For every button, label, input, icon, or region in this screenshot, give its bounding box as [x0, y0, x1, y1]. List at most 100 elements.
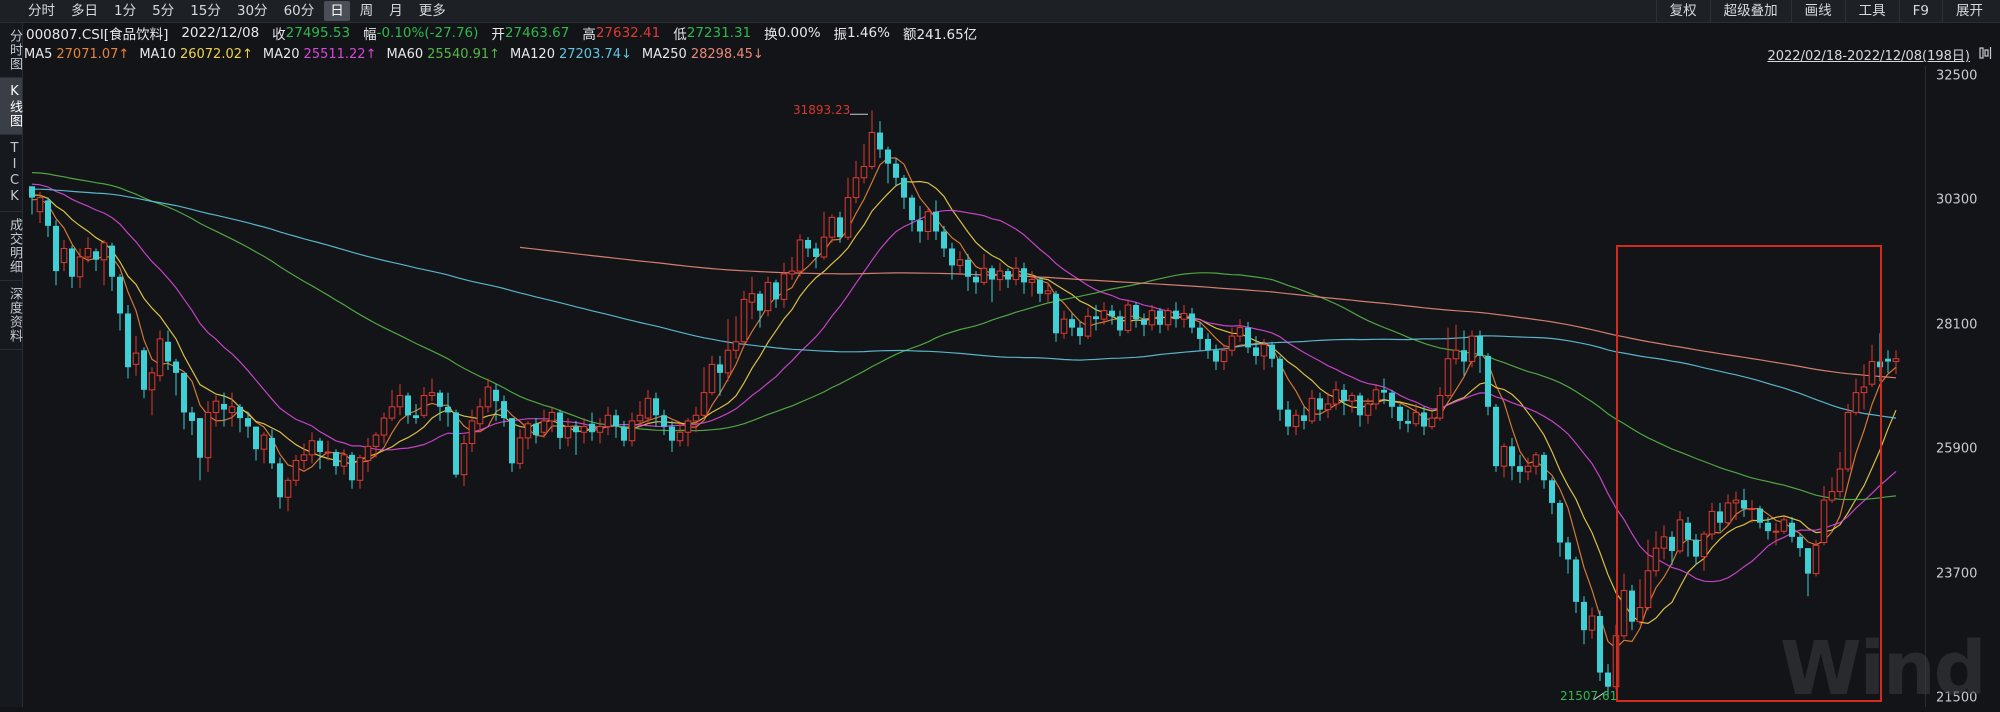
period-tab-0[interactable]: 分时 [22, 1, 61, 21]
security-code-name: 000807.CSI[食品饮料] [26, 27, 169, 43]
period-tab-4[interactable]: 15分 [184, 1, 227, 21]
candle-body [901, 177, 907, 198]
left-tab-4[interactable]: 深度资料 [0, 281, 22, 350]
candle-body [84, 247, 92, 258]
period-tab-10[interactable]: 更多 [413, 1, 452, 21]
period-tab-9[interactable]: 月 [383, 1, 409, 21]
tool-button-2[interactable]: 画线 [1790, 0, 1845, 22]
tool-button-5[interactable]: 展开 [1942, 0, 1996, 22]
left-tab-2[interactable]: TICK [0, 135, 22, 212]
change-value: -0.10%(-27.76) [376, 25, 479, 41]
candle-body [1341, 389, 1347, 402]
candle-body [1381, 389, 1387, 393]
high-value: 27632.41 [595, 25, 661, 41]
turnover-label: 换 [764, 27, 778, 43]
candle-body [1220, 349, 1228, 363]
period-tab-3[interactable]: 5分 [146, 1, 180, 21]
candle-body [212, 400, 220, 413]
candle-body [165, 341, 171, 362]
candle-body [1860, 386, 1868, 394]
candle-body [349, 454, 355, 481]
period-tab-8[interactable]: 周 [354, 1, 380, 21]
candle-body [1157, 310, 1163, 325]
tool-button-1[interactable]: 超级叠加 [1709, 0, 1791, 22]
candle-body [813, 248, 819, 257]
candle-body [1372, 389, 1380, 405]
tool-button-0[interactable]: 复权 [1655, 0, 1710, 22]
candle-body [1852, 392, 1860, 413]
candle-body [1213, 350, 1219, 362]
ma-value-3: 25540.91↑ [427, 46, 501, 62]
candle-body [253, 426, 259, 450]
candle-body [493, 389, 499, 402]
open-label: 开 [491, 27, 505, 43]
candle-body [1037, 279, 1043, 294]
candle-body [388, 406, 396, 419]
candle-body [596, 426, 604, 433]
date-range-link[interactable]: 2022/02/18-2022/12/08(198日) [1767, 45, 1970, 64]
candle-body [132, 352, 140, 365]
candle-body [356, 457, 364, 481]
candle-body [909, 197, 915, 221]
candle-body [1005, 271, 1011, 280]
left-tab-3[interactable]: 成交明细 [0, 212, 22, 281]
candle-body [748, 293, 756, 303]
candle-body [837, 217, 843, 238]
candle-body [965, 259, 971, 277]
candle-body [557, 412, 563, 438]
period-tab-7[interactable]: 日 [324, 1, 350, 21]
candle-body [1757, 508, 1763, 523]
left-tab-1[interactable]: K线图 [0, 78, 22, 135]
period-tab-6[interactable]: 60分 [278, 1, 321, 21]
ma-label-0: MA5 [24, 46, 53, 62]
ma-label-4: MA120 [510, 46, 555, 62]
kline-chart[interactable] [22, 66, 1925, 707]
candle-body [1669, 536, 1675, 551]
quote-date: 2022/12/08 [181, 25, 260, 41]
quote-info-line: 000807.CSI[食品饮料] 2022/12/08 收 27495.53 幅… [26, 24, 977, 43]
candle-body [324, 451, 332, 454]
wind-watermark: Wind [1780, 626, 1987, 712]
candle-body [181, 372, 187, 413]
left-tab-0[interactable]: 分时图 [0, 23, 22, 78]
candle-body [141, 350, 147, 390]
candle-body [917, 220, 923, 232]
candle-body [1885, 358, 1891, 362]
candle-body [1588, 615, 1596, 631]
candle-body [661, 415, 667, 427]
candle-body [1277, 358, 1283, 410]
period-tab-2[interactable]: 1分 [108, 1, 142, 21]
candle-body [197, 418, 203, 458]
candle-body [1228, 335, 1236, 351]
candle-body [1828, 491, 1836, 501]
candle-body [45, 200, 51, 226]
candle-body [221, 403, 227, 410]
candle-body [1260, 344, 1268, 357]
high-label: 高 [582, 27, 596, 43]
period-tab-5[interactable]: 30分 [231, 1, 274, 21]
candle-body [717, 364, 723, 373]
candle-body [1581, 601, 1587, 631]
candle-body [989, 268, 995, 280]
candle-body [1629, 590, 1635, 622]
tool-button-4[interactable]: F9 [1898, 0, 1942, 22]
candle-body [1509, 446, 1515, 467]
period-tab-1[interactable]: 多日 [65, 1, 104, 21]
candle-body [796, 239, 804, 272]
y-tick-label: 30300 [1936, 192, 1978, 208]
range-settings-icon[interactable] [1978, 45, 1994, 61]
change-label: 幅 [363, 27, 377, 43]
candle-body [29, 186, 35, 198]
candle-body [269, 437, 275, 464]
candle-body [76, 256, 84, 278]
candle-body [173, 361, 179, 373]
tool-button-3[interactable]: 工具 [1844, 0, 1899, 22]
candle-body [820, 236, 828, 258]
candle-body [1620, 590, 1628, 637]
candle-body [805, 239, 811, 249]
candle-body [564, 426, 572, 439]
ma-label-3: MA60 [386, 46, 424, 62]
candle-body [93, 251, 99, 260]
candle-body [1844, 411, 1852, 470]
candle-body [1724, 502, 1732, 524]
